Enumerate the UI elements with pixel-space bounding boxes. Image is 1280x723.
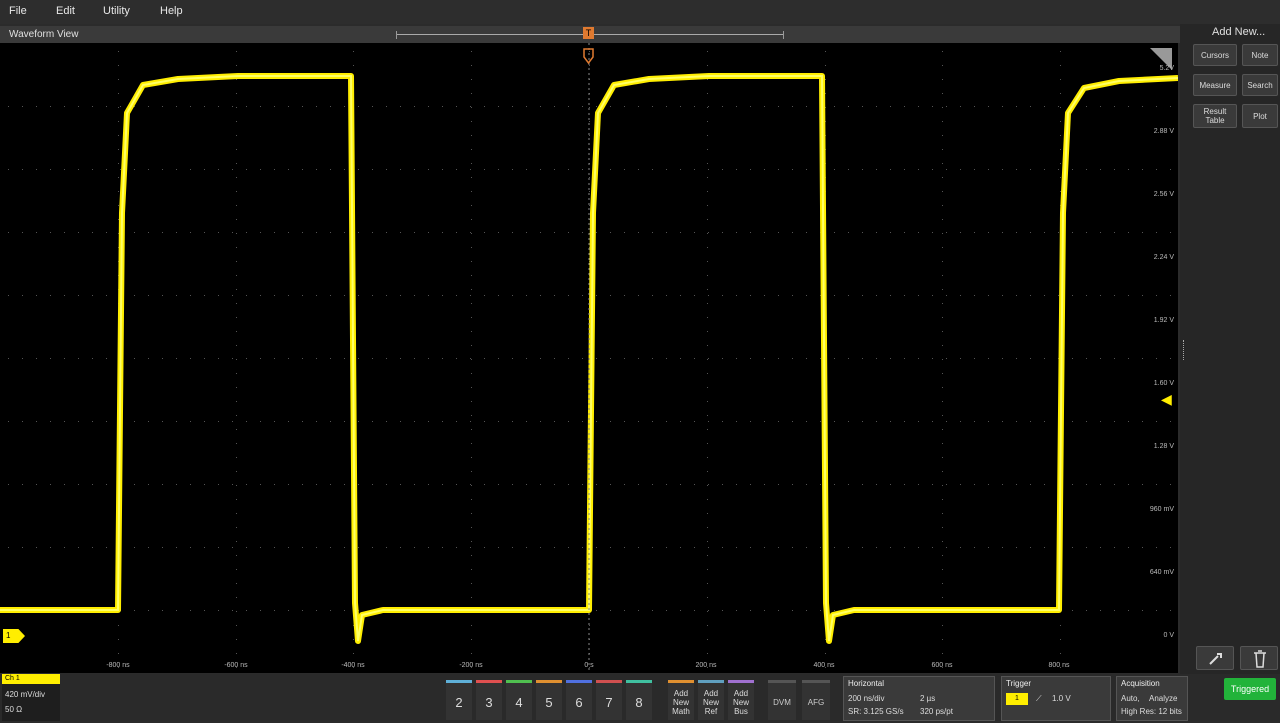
menu-file[interactable]: File xyxy=(9,5,27,17)
trigger-position-marker[interactable]: T xyxy=(582,25,595,65)
trigger-source-chip: 1 xyxy=(1006,693,1028,705)
trigger-title: Trigger xyxy=(1006,679,1032,688)
y-tick-label: 0 V xyxy=(1163,632,1174,639)
x-tick-label: 200 ns xyxy=(695,662,717,669)
x-tick-label: -600 ns xyxy=(224,662,248,669)
channel-4-button[interactable]: 4 xyxy=(506,680,532,720)
horizontal-record: 2 µs xyxy=(920,694,936,703)
trigger-level-arrow-icon[interactable]: ◀ xyxy=(1161,391,1172,408)
cursors-button[interactable]: Cursors xyxy=(1193,44,1237,66)
horizontal-panel[interactable]: Horizontal 200 ns/div 2 µs SR: 3.125 GS/… xyxy=(843,676,995,721)
trigger-panel[interactable]: Trigger 1 ⟋ 1.0 V xyxy=(1001,676,1111,721)
y-tick-label: 1.28 V xyxy=(1153,443,1174,450)
channel-6-button[interactable]: 6 xyxy=(566,680,592,720)
x-tick-label: 600 ns xyxy=(931,662,953,669)
menu-edit[interactable]: Edit xyxy=(56,5,75,17)
horizontal-sample-rate: SR: 3.125 GS/s xyxy=(848,707,904,716)
wrench-icon xyxy=(1209,653,1222,665)
dvm-button[interactable]: DVM xyxy=(768,680,796,720)
trigger-status-badge[interactable]: Triggered xyxy=(1224,678,1276,700)
measure-button[interactable]: Measure xyxy=(1193,74,1237,96)
horizontal-points: 320 ps/pt xyxy=(920,707,953,716)
search-button[interactable]: Search xyxy=(1242,74,1278,96)
x-tick-label: -800 ns xyxy=(106,662,130,669)
add-new-ref-button[interactable]: Add New Ref xyxy=(698,680,724,720)
x-tick-label: 800 ns xyxy=(1048,662,1070,669)
add-new-math-button[interactable]: Add New Math xyxy=(668,680,694,720)
x-tick-label: 0 s xyxy=(584,662,594,669)
menu-bar: File Edit Utility Help xyxy=(0,0,1280,24)
horizontal-title: Horizontal xyxy=(848,679,885,688)
afg-button[interactable]: AFG xyxy=(802,680,830,720)
channel-8-button[interactable]: 8 xyxy=(626,680,652,720)
add-new-title: Add New... xyxy=(1212,26,1266,38)
waveform-graticule-svg xyxy=(0,43,1178,673)
y-tick-label: 5.2V xyxy=(1159,65,1174,72)
y-tick-label: 2.24 V xyxy=(1153,254,1174,261)
x-tick-label: -400 ns xyxy=(341,662,365,669)
ch1-scale: 420 mV/div xyxy=(5,690,46,699)
acquisition-title: Acquisition xyxy=(1121,679,1160,688)
results-table-button[interactable]: Result Table xyxy=(1193,104,1237,128)
acquisition-resolution: High Res: 12 bits xyxy=(1121,707,1182,716)
horizontal-scale: 200 ns/div xyxy=(848,694,885,703)
trigger-level: 1.0 V xyxy=(1052,694,1071,703)
x-tick-label: 400 ns xyxy=(813,662,835,669)
y-tick-label: 960 mV xyxy=(1149,506,1174,513)
acquisition-analyze: Analyze xyxy=(1149,694,1178,703)
x-tick-label: -200 ns xyxy=(459,662,483,669)
rising-edge-icon: ⟋ xyxy=(1036,694,1042,703)
plot-button[interactable]: Plot xyxy=(1242,104,1278,128)
ch1-badge-title: Ch 1 xyxy=(2,674,60,684)
note-button[interactable]: Note xyxy=(1242,44,1278,66)
y-tick-label: 1.92 V xyxy=(1153,317,1174,324)
delete-button[interactable] xyxy=(1240,646,1278,670)
y-tick-label: 2.88 V xyxy=(1153,128,1174,135)
y-tick-label: 1.60 V xyxy=(1153,380,1174,387)
wrench-button[interactable] xyxy=(1196,646,1234,670)
acquisition-panel[interactable]: Acquisition Auto, Analyze High Res: 12 b… xyxy=(1116,676,1188,721)
add-new-bus-button[interactable]: Add New Bus xyxy=(728,680,754,720)
channel-2-button[interactable]: 2 xyxy=(446,680,472,720)
channel-3-button[interactable]: 3 xyxy=(476,680,502,720)
trash-icon xyxy=(1254,650,1266,668)
acquisition-mode: Auto, xyxy=(1121,694,1140,703)
y-tick-label: 640 mV xyxy=(1149,569,1174,576)
menu-help[interactable]: Help xyxy=(160,5,183,17)
svg-text:T: T xyxy=(586,28,592,38)
y-tick-label: 2.56 V xyxy=(1153,191,1174,198)
channel-7-button[interactable]: 7 xyxy=(596,680,622,720)
panel-resize-handle[interactable] xyxy=(1183,340,1187,360)
waveform-view-title: Waveform View xyxy=(9,29,79,40)
ch1-impedance: 50 Ω xyxy=(5,705,23,714)
channel-5-button[interactable]: 5 xyxy=(536,680,562,720)
waveform-plot[interactable] xyxy=(0,43,1178,673)
menu-utility[interactable]: Utility xyxy=(103,5,130,17)
